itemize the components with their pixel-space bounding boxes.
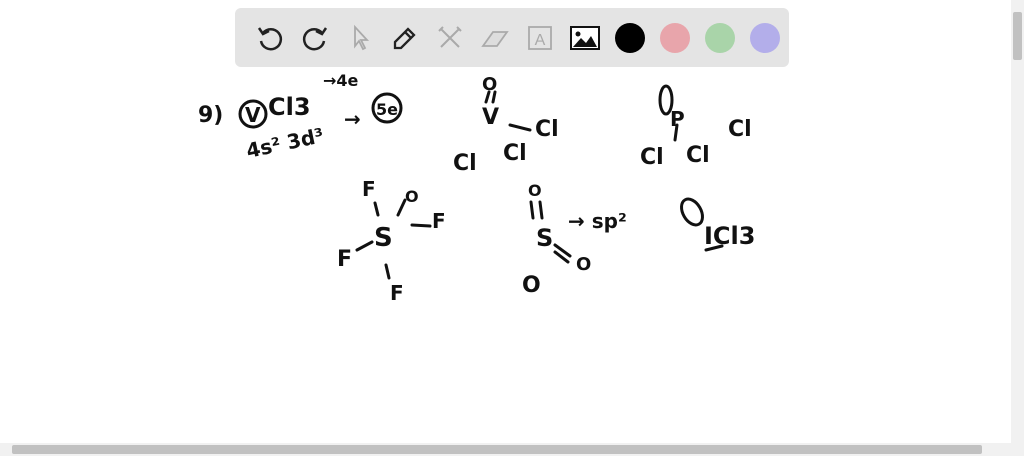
formula-vcl3: Cl3 — [268, 93, 311, 121]
atom-f: F — [362, 177, 376, 201]
scroll-thumb[interactable] — [1013, 12, 1022, 60]
vertical-scrollbar[interactable] — [1011, 0, 1024, 443]
atom-o: O — [482, 74, 497, 95]
atom-cl: Cl — [535, 117, 559, 142]
tools-icon — [437, 25, 462, 48]
pen-button[interactable] — [382, 15, 427, 60]
atom-p: P — [670, 107, 685, 131]
vanadium-symbol: V — [245, 103, 261, 127]
atom-f: F — [432, 209, 446, 233]
arrow-4e: →4e — [323, 71, 359, 90]
undo-icon — [257, 26, 282, 50]
pen-icon — [393, 26, 416, 49]
image-button[interactable] — [562, 15, 607, 60]
text-icon: A — [527, 25, 552, 50]
text-button[interactable]: A — [517, 15, 562, 60]
color-swatch — [704, 22, 735, 53]
atom-o: O — [528, 181, 542, 200]
color-pink[interactable] — [652, 15, 697, 60]
atom-cl: Cl — [728, 117, 752, 142]
atom-s: S — [536, 224, 553, 252]
atom-f: F — [337, 247, 352, 272]
scroll-thumb[interactable] — [12, 445, 982, 454]
color-swatch — [749, 22, 780, 53]
lone-pair-lobe — [680, 197, 704, 227]
select-button[interactable] — [337, 15, 382, 60]
redo-button[interactable] — [292, 15, 337, 60]
color-black[interactable] — [607, 15, 652, 60]
atom-o: O — [576, 254, 591, 275]
select-icon — [353, 24, 369, 50]
tools-button[interactable] — [427, 15, 472, 60]
atom-s: S — [374, 223, 393, 253]
five-e: 5e — [376, 100, 398, 119]
atom-cl: Cl — [686, 143, 710, 168]
color-green[interactable] — [697, 15, 742, 60]
atom-f: F — [390, 281, 404, 305]
color-swatch — [659, 22, 690, 53]
redo-icon — [302, 26, 327, 50]
image-icon — [569, 25, 600, 50]
electron-config: 4s² 3d³ — [244, 123, 326, 163]
atom-v: V — [482, 105, 499, 130]
formula-icl3: ICl3 — [704, 222, 755, 250]
eraser-button[interactable] — [472, 15, 517, 60]
drawing-toolbar: A — [235, 8, 789, 67]
arrow: → — [344, 107, 361, 131]
atom-cl: Cl — [453, 151, 477, 176]
color-swatch — [614, 22, 645, 53]
atom-cl: Cl — [640, 145, 664, 170]
atom-o: O — [405, 187, 419, 206]
undo-button[interactable] — [247, 15, 292, 60]
horizontal-scrollbar[interactable] — [0, 443, 1024, 456]
atom-o: O — [522, 273, 541, 298]
color-purple[interactable] — [742, 15, 787, 60]
question-number: 9) — [198, 103, 223, 128]
svg-text:A: A — [534, 32, 545, 49]
hybridization-sp2: → sp² — [568, 209, 627, 233]
eraser-icon — [480, 30, 509, 47]
atom-cl: Cl — [503, 141, 527, 166]
